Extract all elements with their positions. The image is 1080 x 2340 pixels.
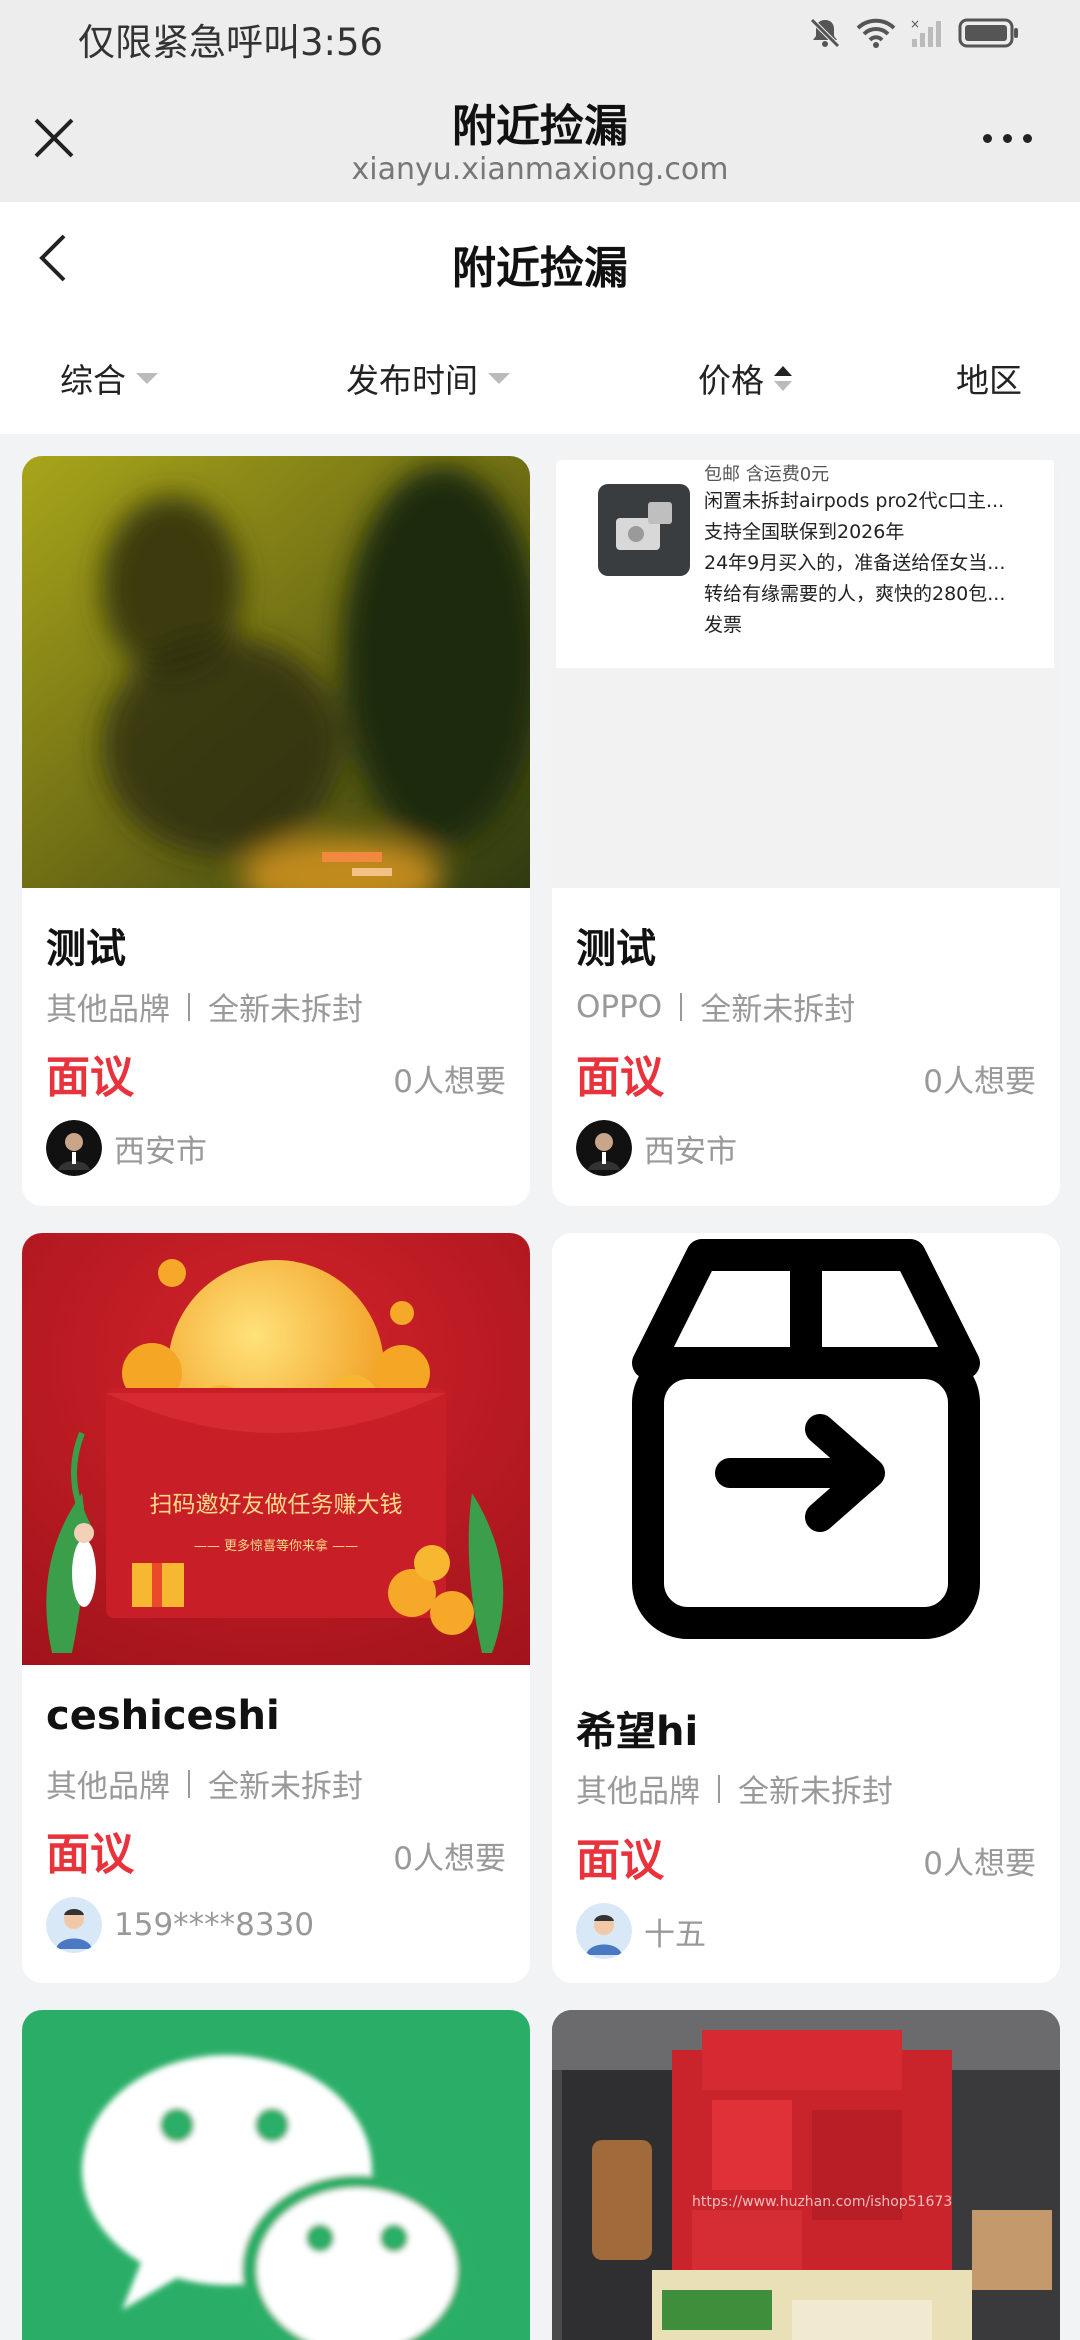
wechat-icon [22,2010,530,2340]
preview-line: 闲置未拆封airpods pro2代c口主... [704,490,1005,512]
product-card[interactable]: 扫码邀好友做任务赚大钱 —— 更多惊喜等你来拿 —— ceshiceshi 其他… [22,1233,530,1983]
seller-name: 159****8330 [114,1907,315,1943]
page-title: 附近捡漏 [452,243,628,294]
product-card[interactable]: https://www.huzhan.com/ishop51673 [552,2010,1060,2340]
filter-label: 发布时间 [346,361,478,400]
svg-text:https://www.huzhan.com/ishop51: https://www.huzhan.com/ishop51673 [692,2194,952,2210]
want-count: 0人想要 [923,1846,1036,1882]
page-header: 附近捡漏 [0,202,1080,314]
signal-icon: × [910,17,941,47]
package-icon [552,1233,1060,1665]
price-label: 面议 [46,1052,134,1103]
avatar [46,1897,102,1953]
product-card[interactable] [22,2010,530,2340]
seller-name: 西安市 [644,1133,737,1170]
filter-comprehensive[interactable]: 综合 [60,354,158,402]
filter-label: 综合 [60,361,126,400]
more-icon[interactable] [983,134,1032,143]
filter-bar: 综合 发布时间 价格 地区 [0,314,1080,434]
product-tags: 其他品牌 全新未拆封 [576,1766,893,1811]
product-tags: OPPO 全新未拆封 [576,984,855,1029]
product-card[interactable]: 包邮 含运费0元 闲置未拆封airpods pro2代c口主... 支持全国联保… [552,456,1060,1206]
want-count: 0人想要 [393,1841,506,1877]
wifi-icon [856,18,896,48]
product-title: ceshiceshi [46,1693,280,1739]
product-title: 测试 [46,926,126,972]
brand-label: 其他品牌 [46,992,170,1028]
carrier-label: 仅限紧急呼叫 [78,21,300,64]
banner-subtext: —— 更多惊喜等你来拿 —— [194,1538,358,1554]
avatar [576,1120,632,1176]
price-label: 面议 [46,1829,134,1880]
seller-name: 西安市 [114,1133,207,1170]
preview-line: 转给有缘需要的人，爽快的280包... [704,583,1006,605]
product-tags: 其他品牌 全新未拆封 [46,1761,363,1806]
preview-shipping: 包邮 含运费0元 [704,464,830,485]
page: 仅限紧急呼叫3:56 × 附近捡漏 xianyu.xianmaxiong.com… [0,0,1080,2340]
price-label: 面议 [576,1835,664,1886]
product-image: https://www.huzhan.com/ishop51673 [552,2010,1060,2340]
brand-label: OPPO [576,988,663,1025]
seller-info: 十五 [576,1903,706,1959]
svg-text:×: × [910,17,920,31]
listing-preview: 包邮 含运费0元 闲置未拆封airpods pro2代c口主... 支持全国联保… [556,460,1054,668]
price-label: 面议 [576,1052,664,1103]
seller-info: 西安市 [46,1120,207,1176]
condition-label: 全新未拆封 [208,992,363,1028]
browser-title: 附近捡漏 [452,101,628,152]
status-bar: 仅限紧急呼叫3:56 × [0,0,1080,72]
banner-text: 扫码邀好友做任务赚大钱 [150,1492,403,1518]
seller-name: 十五 [644,1916,706,1953]
want-count: 0人想要 [923,1064,1036,1100]
preview-line: 24年9月买入的，准备送给侄女当... [704,552,1006,574]
product-image [22,456,530,888]
want-count: 0人想要 [393,1064,506,1100]
product-card[interactable]: 测试 其他品牌 全新未拆封 面议 0人想要 西安市 [22,456,530,1206]
seller-info: 159****8330 [46,1897,314,1953]
dropdown-icon [136,372,158,384]
sort-icon [774,365,792,391]
preview-description: 闲置未拆封airpods pro2代c口主... 支持全国联保到2026年 24… [704,486,1005,641]
browser-url: xianyu.xianmaxiong.com [351,152,729,187]
avatar [576,1903,632,1959]
avatar [46,1120,102,1176]
clock: 3:56 [300,21,384,64]
status-text: 仅限紧急呼叫3:56 [78,12,383,66]
dropdown-icon [488,372,510,384]
product-title: 希望hi [576,1709,699,1755]
filter-label: 价格 [698,361,764,400]
brand-label: 其他品牌 [576,1774,700,1810]
product-image [22,2010,530,2340]
preview-line: 支持全国联保到2026年 [704,521,905,543]
product-title: 测试 [576,926,656,972]
filter-region[interactable]: 地区 [956,354,1022,402]
filter-price[interactable]: 价格 [698,354,792,402]
product-image: 扫码邀好友做任务赚大钱 —— 更多惊喜等你来拿 —— [22,1233,530,1665]
condition-label: 全新未拆封 [738,1774,893,1810]
battery-icon [958,18,1018,48]
seller-info: 西安市 [576,1120,737,1176]
preview-thumbnail [598,484,690,576]
product-image: 包邮 含运费0元 闲置未拆封airpods pro2代c口主... 支持全国联保… [552,456,1060,888]
product-image [552,1233,1060,1665]
product-card[interactable]: 希望hi 其他品牌 全新未拆封 面议 0人想要 十五 [552,1233,1060,1983]
product-tags: 其他品牌 全新未拆封 [46,984,363,1029]
preview-line: 发票 [704,614,743,636]
status-icons: × [808,16,1020,50]
condition-label: 全新未拆封 [700,992,856,1028]
browser-header: 附近捡漏 xianyu.xianmaxiong.com [0,72,1080,202]
condition-label: 全新未拆封 [208,1769,363,1805]
filter-publish-time[interactable]: 发布时间 [346,354,510,402]
filter-label: 地区 [956,361,1022,400]
brand-label: 其他品牌 [46,1769,170,1805]
mute-icon [810,18,840,48]
